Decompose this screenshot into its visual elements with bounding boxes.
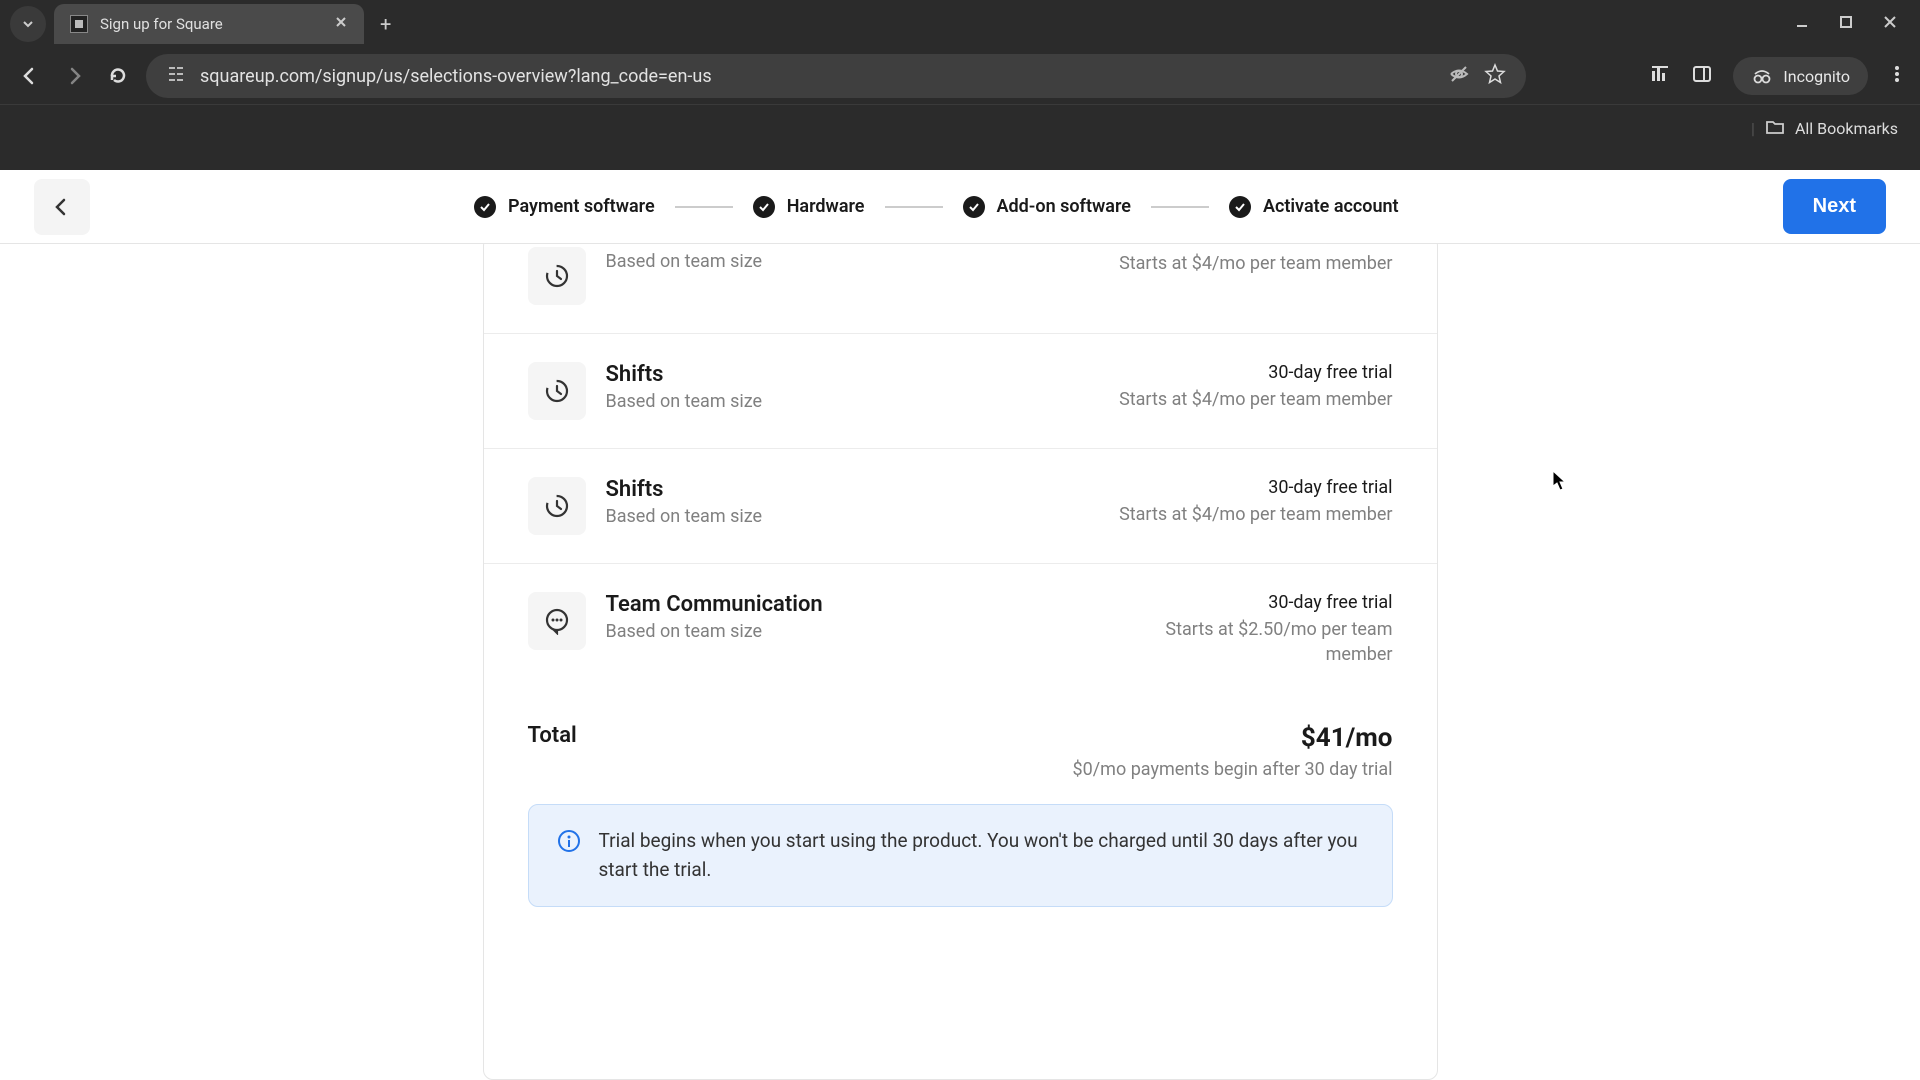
step-addon-software: Add-on software <box>963 196 1131 218</box>
star-icon[interactable] <box>1484 63 1506 90</box>
total-row: Total $41/mo <box>484 695 1437 759</box>
addon-title: Team Communication <box>606 592 1113 617</box>
addon-title: Shifts <box>606 477 1120 502</box>
clock-icon <box>528 362 586 420</box>
clock-icon <box>528 247 586 305</box>
eye-off-icon[interactable] <box>1448 63 1470 90</box>
incognito-icon <box>1751 65 1773 87</box>
check-icon <box>474 196 496 218</box>
page-back-button[interactable] <box>34 179 90 235</box>
step-connector <box>675 206 733 208</box>
tab-search-button[interactable] <box>10 6 46 42</box>
info-text: Trial begins when you start using the pr… <box>599 827 1364 884</box>
step-connector <box>885 206 943 208</box>
addon-trial: 30-day free trial <box>1119 362 1392 383</box>
info-icon <box>557 829 581 884</box>
url-text: squareup.com/signup/us/selections-overvi… <box>200 66 1434 87</box>
selections-card: Based on team size Starts at $4/mo per t… <box>483 244 1438 1080</box>
check-icon <box>963 196 985 218</box>
addon-price: Starts at $4/mo per team member <box>1119 387 1392 412</box>
addon-title: Shifts <box>606 362 1120 387</box>
addon-price: Starts at $2.50/mo per team member <box>1113 617 1393 667</box>
progress-stepper: Payment software Hardware Add-on softwar… <box>474 196 1399 218</box>
step-activate-account: Activate account <box>1229 196 1399 218</box>
reload-button[interactable] <box>102 60 134 92</box>
new-tab-button[interactable]: + <box>380 12 391 36</box>
addon-subtitle: Based on team size <box>606 391 1120 412</box>
maximize-icon[interactable] <box>1838 14 1854 34</box>
next-button[interactable]: Next <box>1783 179 1886 234</box>
addon-trial: 30-day free trial <box>1113 592 1393 613</box>
step-connector <box>1151 206 1209 208</box>
addon-subtitle: Based on team size <box>606 621 1113 642</box>
back-button[interactable] <box>14 60 46 92</box>
side-panel-icon[interactable] <box>1691 63 1713 89</box>
tab-title: Sign up for Square <box>100 15 223 33</box>
check-icon <box>753 196 775 218</box>
total-label: Total <box>528 723 577 748</box>
addon-row: Team Communication Based on team size 30… <box>484 564 1437 695</box>
total-amount: $41/mo <box>1301 723 1393 753</box>
close-window-icon[interactable] <box>1882 14 1898 34</box>
clock-icon <box>528 477 586 535</box>
address-bar[interactable]: squareup.com/signup/us/selections-overvi… <box>146 54 1526 98</box>
chat-icon <box>528 592 586 650</box>
addon-subtitle: Based on team size <box>606 251 1120 272</box>
all-bookmarks-link[interactable]: All Bookmarks <box>1795 119 1898 138</box>
incognito-indicator[interactable]: Incognito <box>1733 57 1868 95</box>
check-icon <box>1229 196 1251 218</box>
addon-row: Shifts Based on team size 30-day free tr… <box>484 334 1437 449</box>
browser-tab[interactable]: Sign up for Square <box>54 4 364 44</box>
trial-info-banner: Trial begins when you start using the pr… <box>528 804 1393 907</box>
close-tab-icon[interactable] <box>334 15 348 33</box>
folder-icon <box>1765 117 1785 141</box>
square-favicon <box>70 15 88 33</box>
site-settings-icon[interactable] <box>166 64 186 89</box>
addon-trial: 30-day free trial <box>1119 477 1392 498</box>
media-icon[interactable] <box>1649 63 1671 89</box>
addon-row: Shifts Based on team size 30-day free tr… <box>484 449 1437 564</box>
total-subtext: $0/mo payments begin after 30 day trial <box>484 759 1437 804</box>
addon-subtitle: Based on team size <box>606 506 1120 527</box>
incognito-label: Incognito <box>1783 67 1850 86</box>
addon-price: Starts at $4/mo per team member <box>1119 251 1392 276</box>
step-hardware: Hardware <box>753 196 865 218</box>
forward-button[interactable] <box>58 60 90 92</box>
addon-row: Based on team size Starts at $4/mo per t… <box>484 244 1437 334</box>
chrome-menu-icon[interactable] <box>1888 65 1906 87</box>
step-payment-software: Payment software <box>474 196 655 218</box>
addon-price: Starts at $4/mo per team member <box>1119 502 1392 527</box>
minimize-icon[interactable] <box>1794 14 1810 34</box>
